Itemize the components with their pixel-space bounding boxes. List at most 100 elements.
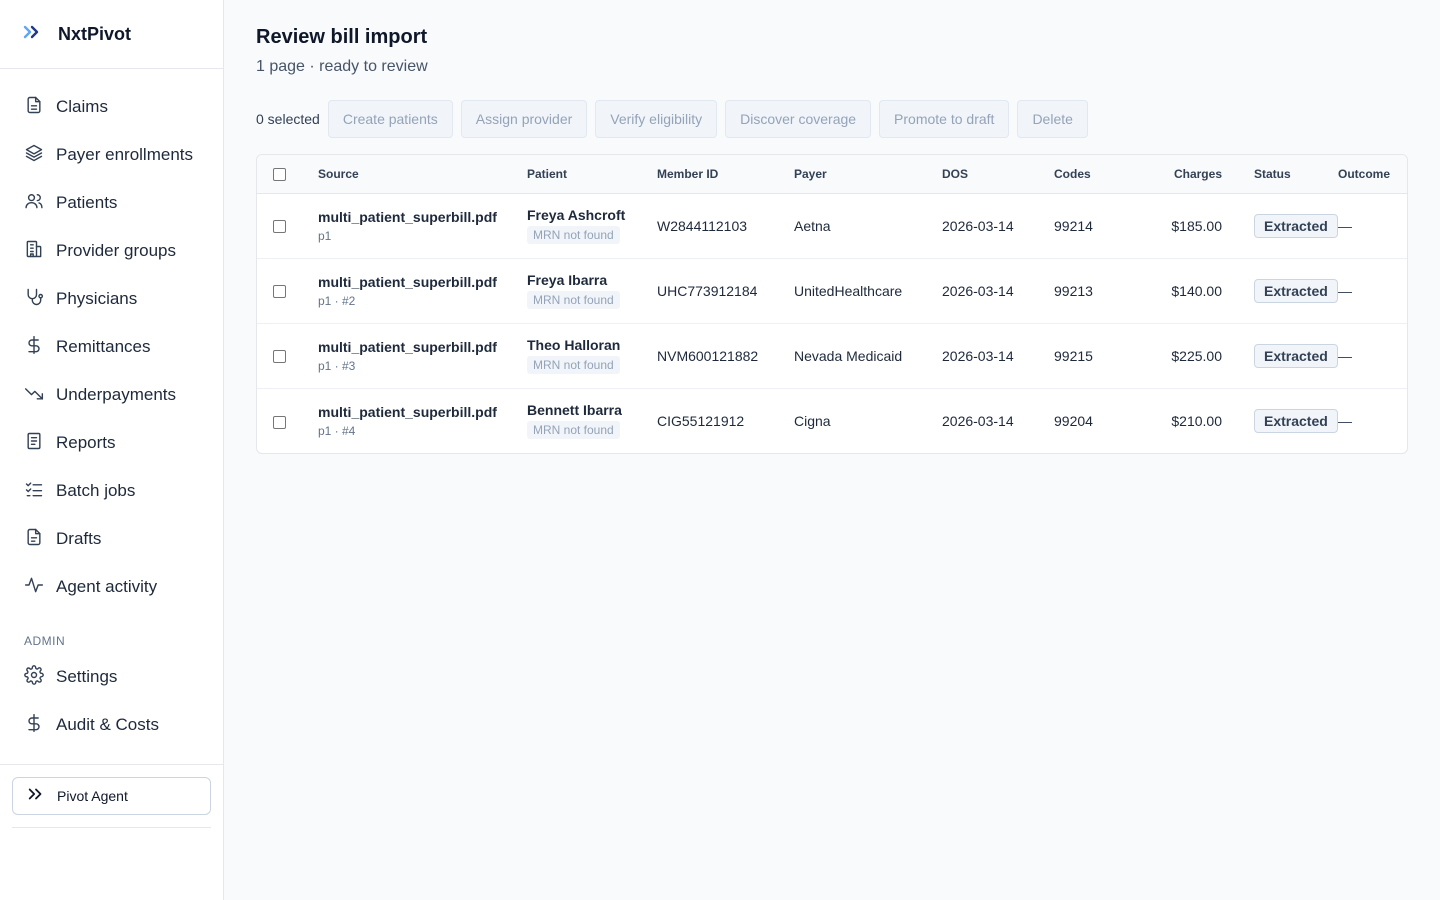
payer-cell: Nevada Medicaid [794, 347, 903, 364]
sidebar-divider [12, 827, 211, 828]
sidebar-item-batch-jobs[interactable]: Batch jobs [0, 467, 223, 515]
file-text-icon [24, 527, 44, 552]
mrn-badge: MRN not found [527, 421, 620, 440]
source-file[interactable]: multi_patient_superbill.pdf [318, 274, 527, 290]
admin-section-label: ADMIN [24, 634, 66, 648]
table-row[interactable]: multi_patient_superbill.pdf p1 · #2 Freya… [257, 258, 1407, 323]
report-icon [24, 431, 44, 456]
sidebar-item-label: Batch jobs [56, 481, 136, 500]
codes-cell: 99213 [1054, 282, 1093, 299]
dollar-icon [24, 335, 44, 360]
sidebar-item-claims[interactable]: Claims [0, 83, 223, 131]
create-patients-button[interactable]: Create patients [327, 100, 453, 138]
outcome-cell: — [1338, 412, 1352, 429]
table-row[interactable]: multi_patient_superbill.pdf p1 Freya Ashc… [257, 193, 1407, 258]
row-checkbox[interactable] [273, 220, 286, 234]
patient-cell: Freya Ashcroft MRN not found [527, 193, 657, 258]
discover-coverage-button[interactable]: Discover coverage [725, 100, 872, 138]
layers-icon [24, 143, 44, 168]
row-select-cell [257, 323, 318, 388]
sidebar-nav: Claims Payer enrollments Patients Provid… [0, 69, 223, 749]
sidebar-divider [0, 764, 224, 765]
source-file[interactable]: multi_patient_superbill.pdf [318, 404, 527, 420]
mrn-badge: MRN not found [527, 356, 620, 374]
column-header-member-id[interactable]: Member ID [657, 155, 794, 194]
delete-button[interactable]: Delete [1017, 100, 1088, 138]
sidebar-item-reports[interactable]: Reports [0, 419, 223, 467]
codes-cell: 99215 [1054, 347, 1093, 364]
source-page: p1 [318, 228, 332, 243]
sidebar-item-provider-groups[interactable]: Provider groups [0, 227, 223, 275]
dos-cell: 2026-03-14 [942, 412, 1014, 429]
building-icon [24, 239, 44, 264]
sidebar-item-payer-enrollments[interactable]: Payer enrollments [0, 131, 223, 179]
payer-cell: UnitedHealthcare [794, 282, 903, 299]
codes-cell: 99214 [1054, 217, 1093, 234]
status-badge: Extracted [1254, 408, 1338, 433]
outcome-cell: — [1338, 347, 1352, 364]
assign-provider-button[interactable]: Assign provider [460, 100, 588, 138]
trending-down-icon [24, 383, 44, 408]
activity-icon [24, 575, 44, 600]
brand[interactable]: NxtPivot [0, 0, 223, 69]
outcome-cell: — [1338, 282, 1352, 299]
charges-cell: $225.00 [1171, 347, 1222, 364]
mrn-badge: MRN not found [527, 226, 620, 244]
source-page: p1 · #2 [318, 293, 356, 308]
sidebar-item-remittances[interactable]: Remittances [0, 323, 223, 371]
column-header-payer[interactable]: Payer [794, 155, 942, 194]
column-header-dos[interactable]: DOS [942, 155, 1054, 194]
brand-name: NxtPivot [58, 23, 132, 44]
table-header-row: Source Patient Member ID Payer DOS Codes… [257, 155, 1407, 194]
page-subtitle: 1 page · ready to review [256, 58, 428, 75]
status-badge: Extracted [1254, 278, 1338, 303]
sidebar-item-label: Payer enrollments [56, 145, 194, 164]
sidebar-item-patients[interactable]: Patients [0, 179, 223, 227]
sidebar-item-audit-costs[interactable]: Audit & Costs [0, 701, 223, 749]
source-file[interactable]: multi_patient_superbill.pdf [318, 209, 527, 225]
select-all-cell [257, 155, 318, 194]
sidebar-item-label: Remittances [56, 337, 151, 356]
document-icon [24, 95, 44, 120]
row-checkbox[interactable] [273, 285, 286, 299]
column-header-status[interactable]: Status [1222, 155, 1338, 194]
patient-name: Freya Ashcroft [527, 207, 626, 223]
promote-to-draft-button[interactable]: Promote to draft [879, 100, 1010, 138]
row-checkbox[interactable] [273, 350, 286, 364]
source-file[interactable]: multi_patient_superbill.pdf [318, 339, 527, 355]
payer-cell: Aetna [794, 217, 831, 234]
sidebar-item-label: Audit & Costs [56, 715, 159, 734]
sidebar-item-underpayments[interactable]: Underpayments [0, 371, 223, 419]
patient-name: Bennett Ibarra [527, 402, 622, 419]
payer-cell: Cigna [794, 412, 831, 429]
sidebar: NxtPivot Claims Payer enrollments Patien… [0, 0, 224, 900]
column-header-patient[interactable]: Patient [527, 155, 657, 194]
row-checkbox[interactable] [273, 415, 286, 429]
sidebar-item-label: Settings [56, 667, 118, 686]
sidebar-item-agent-activity[interactable]: Agent activity [0, 563, 223, 611]
dos-cell: 2026-03-14 [942, 347, 1014, 364]
column-header-charges[interactable]: Charges [1122, 155, 1222, 194]
source-page: p1 · #3 [318, 358, 356, 373]
status-cell: Extracted [1222, 258, 1338, 323]
pivot-agent-button[interactable]: Pivot Agent [12, 777, 211, 815]
source-page: p1 · #4 [318, 423, 356, 438]
row-select-cell [257, 388, 318, 453]
sidebar-item-settings[interactable]: Settings [0, 653, 223, 701]
source-cell: multi_patient_superbill.pdf p1 [318, 193, 527, 258]
status-badge: Extracted [1254, 213, 1338, 238]
dos-cell: 2026-03-14 [942, 217, 1014, 234]
column-header-source[interactable]: Source [318, 155, 527, 194]
column-header-outcome[interactable]: Outcome [1338, 155, 1407, 194]
verify-eligibility-button[interactable]: Verify eligibility [595, 100, 718, 138]
member-id-cell: NVM600121882 [657, 347, 759, 364]
sidebar-item-drafts[interactable]: Drafts [0, 515, 223, 563]
table-row[interactable]: multi_patient_superbill.pdf p1 · #3 Theo … [257, 323, 1407, 388]
sidebar-item-physicians[interactable]: Physicians [0, 275, 223, 323]
sidebar-item-label: Underpayments [56, 385, 177, 404]
select-all-checkbox[interactable] [273, 167, 286, 181]
table-row[interactable]: multi_patient_superbill.pdf p1 · #4 Benne… [257, 388, 1407, 453]
column-header-codes[interactable]: Codes [1054, 155, 1122, 194]
source-cell: multi_patient_superbill.pdf p1 · #2 [318, 258, 527, 323]
patient-name: Theo Halloran [527, 337, 621, 353]
